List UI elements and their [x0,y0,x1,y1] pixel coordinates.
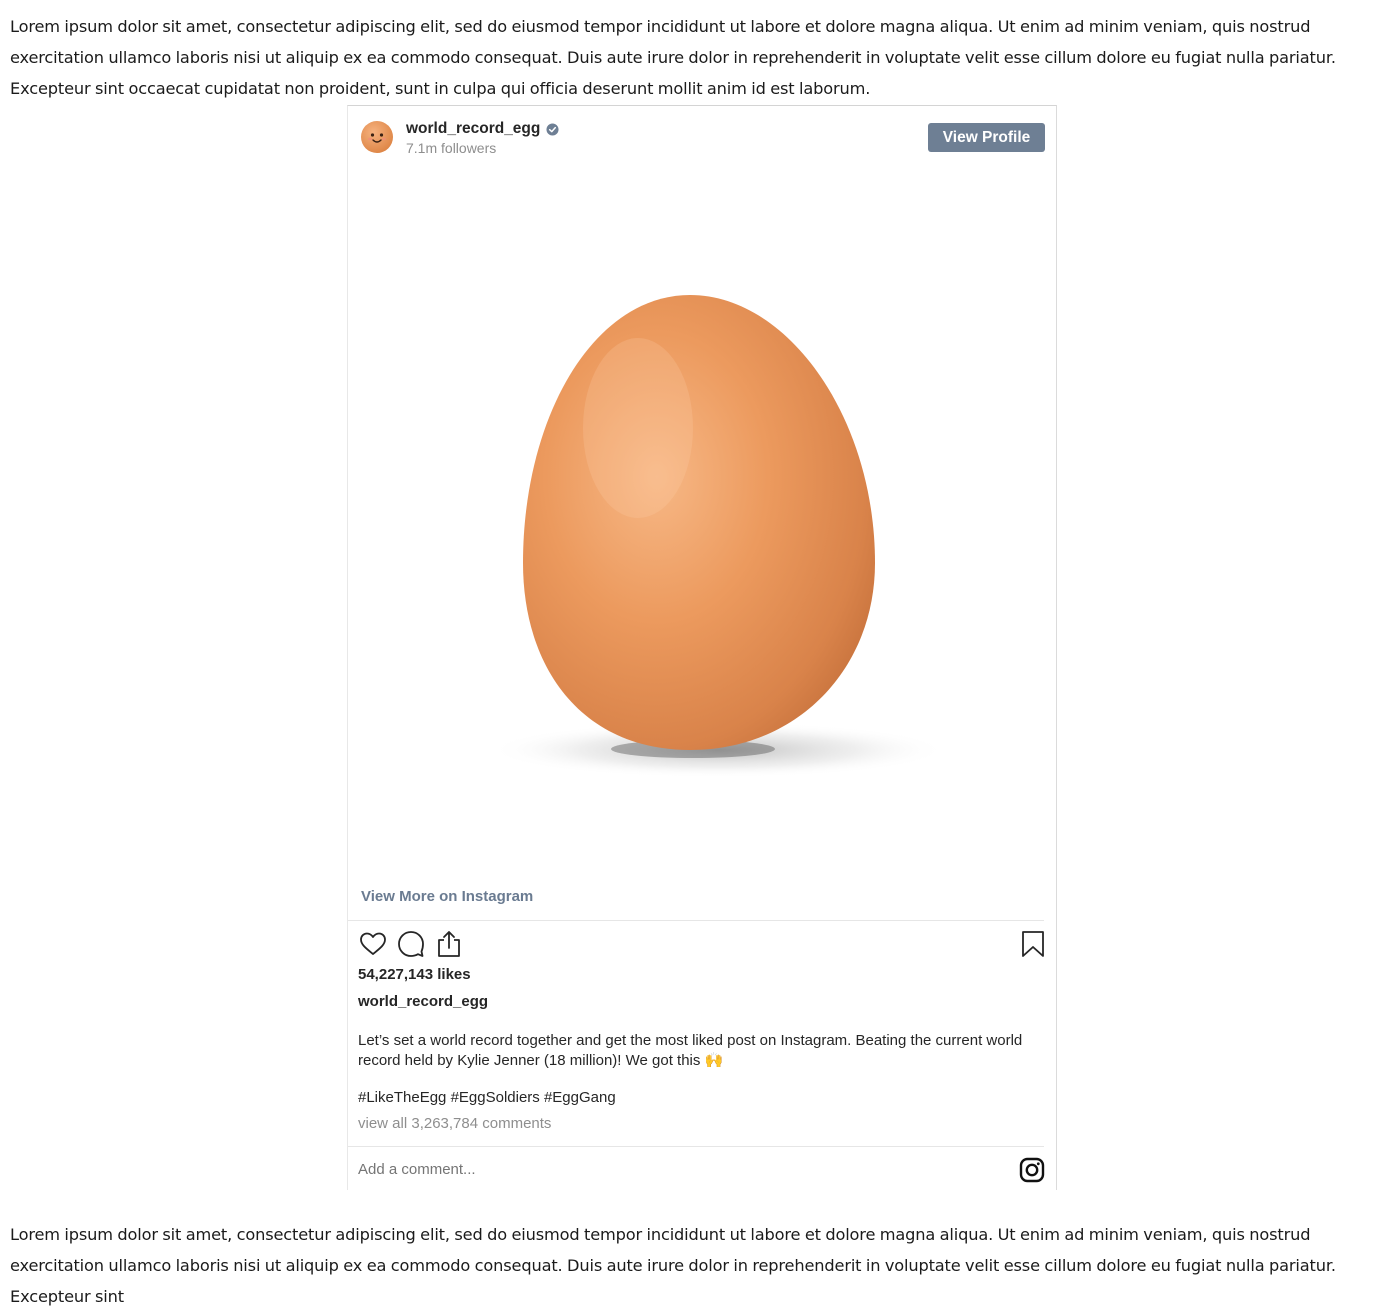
like-count: 54,227,143 likes [358,966,471,983]
profile-username[interactable]: world_record_egg [406,120,540,138]
follower-count: 7.1m followers [406,140,497,156]
divider [348,1146,1044,1147]
bookmark-icon[interactable] [1018,929,1048,959]
view-profile-button[interactable]: View Profile [928,123,1045,152]
post-caption: Let’s set a world record together and ge… [358,1032,1023,1069]
article-paragraph-bottom: Lorem ipsum dolor sit amet, consectetur … [10,1225,1336,1307]
profile-username-row[interactable]: world_record_egg [406,120,559,138]
article-paragraph-top: Lorem ipsum dolor sit amet, consectetur … [10,17,1336,99]
verified-badge-icon [546,122,559,136]
hashtags[interactable]: #LikeTheEgg #EggSoldiers #EggGang [358,1089,616,1106]
instagram-embed: world_record_egg 7.1m followers View Pro… [347,105,1057,1190]
comment-icon[interactable] [396,929,426,959]
caption-username[interactable]: world_record_egg [358,993,488,1010]
view-all-comments-link[interactable]: view all 3,263,784 comments [358,1115,551,1132]
view-more-on-instagram-link[interactable]: View More on Instagram [361,888,533,905]
divider [348,920,1044,921]
add-comment-input[interactable] [358,1161,758,1178]
post-actions [356,929,1046,961]
heart-icon[interactable] [358,929,388,959]
instagram-logo-icon[interactable] [1019,1157,1045,1183]
post-photo[interactable] [348,168,1056,878]
profile-avatar[interactable] [360,120,394,154]
share-icon[interactable] [434,929,464,959]
